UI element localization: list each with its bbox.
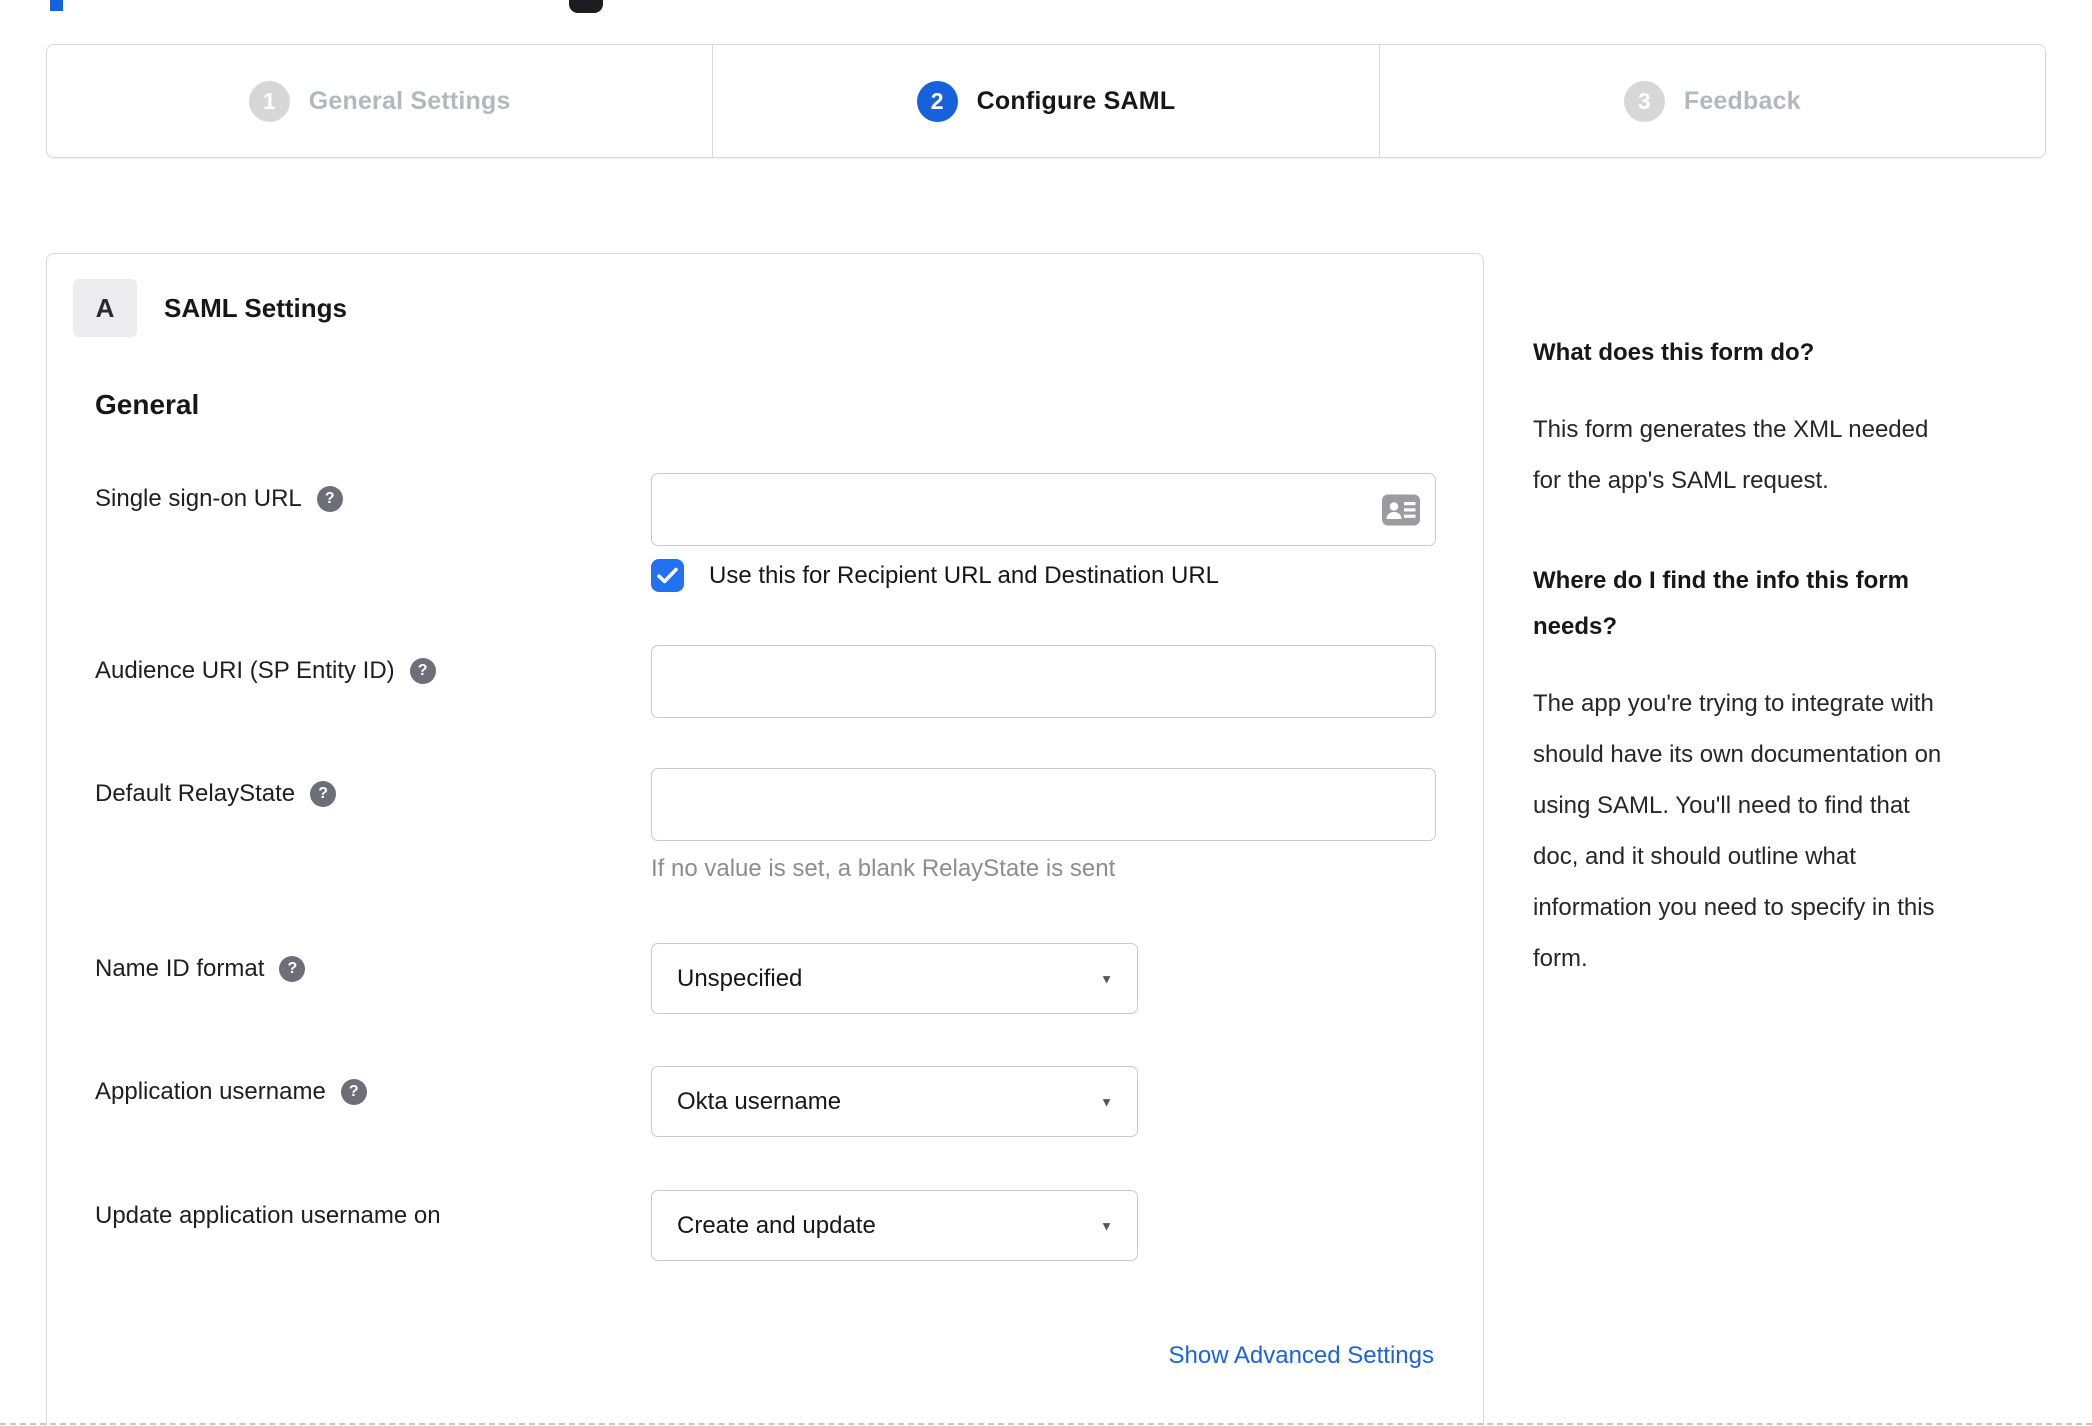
step-2-circle: 2: [916, 80, 958, 122]
field-label-text: Default RelayState: [95, 780, 296, 807]
field-label-text: Application username: [95, 1078, 326, 1105]
name-id-format-value: Unspecified: [677, 964, 803, 992]
single-sign-on-url-control: [651, 473, 1436, 546]
help-icon[interactable]: ?: [409, 658, 436, 684]
step-3-label: Feedback: [1683, 86, 1801, 115]
cropped-header-logo-fragment: [569, 0, 603, 13]
field-label-text: Audience URI (SP Entity ID): [95, 657, 395, 684]
single-sign-on-url-label: Single sign-on URL ?: [95, 473, 651, 513]
audience-uri-input[interactable]: [651, 645, 1436, 718]
checkmark-icon: [657, 567, 678, 584]
application-username-row: Application username ? Okta username ▼: [47, 1066, 1483, 1137]
configure-saml-page: 1 General Settings 2 Configure SAML 3 Fe…: [0, 0, 2092, 1426]
name-id-format-row: Name ID format ? Unspecified ▼: [47, 943, 1483, 1014]
default-relaystate-control: If no value is set, a blank RelayState i…: [651, 768, 1436, 883]
application-username-control: Okta username ▼: [651, 1066, 1138, 1137]
wizard-stepper: 1 General Settings 2 Configure SAML 3 Fe…: [46, 44, 2046, 158]
application-username-select[interactable]: Okta username ▼: [651, 1066, 1138, 1137]
audience-uri-control: [651, 645, 1436, 718]
step-2-label: Configure SAML: [976, 86, 1176, 115]
bottom-crop-divider: [0, 1423, 2092, 1425]
update-application-username-row: Update application username on Create an…: [47, 1190, 1483, 1261]
chevron-down-icon: ▼: [1100, 971, 1113, 986]
default-relaystate-input[interactable]: [651, 768, 1436, 841]
use-for-recipient-url-label: Use this for Recipient URL and Destinati…: [709, 561, 1220, 589]
advanced-settings-row: Show Advanced Settings: [47, 1342, 1483, 1370]
cropped-header-text-fragment: [50, 0, 63, 11]
help-icon[interactable]: ?: [340, 1079, 367, 1105]
section-a-badge: A: [73, 279, 137, 337]
chevron-down-icon: ▼: [1100, 1094, 1113, 1109]
recipient-url-checkbox-row: Use this for Recipient URL and Destinati…: [47, 559, 1483, 592]
update-application-username-control: Create and update ▼: [651, 1190, 1138, 1261]
name-id-format-select[interactable]: Unspecified ▼: [651, 943, 1138, 1014]
contact-card-icon[interactable]: [1382, 494, 1420, 525]
panel-title: SAML Settings: [164, 292, 347, 323]
general-section-heading: General: [95, 389, 200, 420]
audience-uri-label: Audience URI (SP Entity ID) ?: [95, 645, 651, 685]
panel-header: A SAML Settings: [73, 279, 1483, 337]
application-username-value: Okta username: [677, 1087, 842, 1115]
update-application-username-label: Update application username on: [95, 1190, 651, 1230]
sidebar-paragraph-what: This form generates the XML needed for t…: [1533, 416, 1929, 494]
default-relaystate-row: Default RelayState ? If no value is set,…: [47, 768, 1483, 883]
field-label-text: Single sign-on URL: [95, 485, 302, 512]
show-advanced-settings-link[interactable]: Show Advanced Settings: [1168, 1342, 1434, 1369]
help-icon[interactable]: ?: [316, 486, 343, 512]
sidebar-heading-where: Where do I find the info this form needs…: [1533, 567, 1909, 640]
sidebar-paragraph-where: The app you're trying to integrate with …: [1533, 690, 1942, 972]
step-1-label: General Settings: [308, 86, 511, 115]
step-1-circle: 1: [248, 80, 290, 122]
name-id-format-label: Name ID format ?: [95, 943, 651, 983]
single-sign-on-url-row: Single sign-on URL ?: [47, 473, 1483, 546]
field-label-text: Update application username on: [95, 1202, 441, 1229]
step-3-circle: 3: [1623, 80, 1665, 122]
saml-settings-panel: A SAML Settings General Single sign-on U…: [46, 253, 1484, 1426]
application-username-label: Application username ?: [95, 1066, 651, 1106]
update-application-username-value: Create and update: [677, 1211, 876, 1239]
step-configure-saml[interactable]: 2 Configure SAML: [712, 45, 1378, 157]
default-relaystate-label: Default RelayState ?: [95, 768, 651, 808]
single-sign-on-url-input[interactable]: [651, 473, 1436, 546]
step-feedback[interactable]: 3 Feedback: [1378, 45, 2045, 157]
field-label-text: Name ID format: [95, 955, 265, 982]
relaystate-helper-text: If no value is set, a blank RelayState i…: [651, 855, 1116, 882]
use-for-recipient-url-checkbox[interactable]: [651, 559, 684, 592]
chevron-down-icon: ▼: [1100, 1218, 1113, 1233]
audience-uri-row: Audience URI (SP Entity ID) ?: [47, 645, 1483, 718]
help-icon[interactable]: ?: [279, 956, 306, 982]
update-application-username-select[interactable]: Create and update ▼: [651, 1190, 1138, 1261]
name-id-format-control: Unspecified ▼: [651, 943, 1138, 1014]
help-sidebar: What does this form do? This form genera…: [1533, 330, 2049, 984]
sidebar-heading-what: What does this form do?: [1533, 339, 1815, 366]
step-general-settings[interactable]: 1 General Settings: [47, 45, 712, 157]
help-icon[interactable]: ?: [310, 781, 337, 807]
